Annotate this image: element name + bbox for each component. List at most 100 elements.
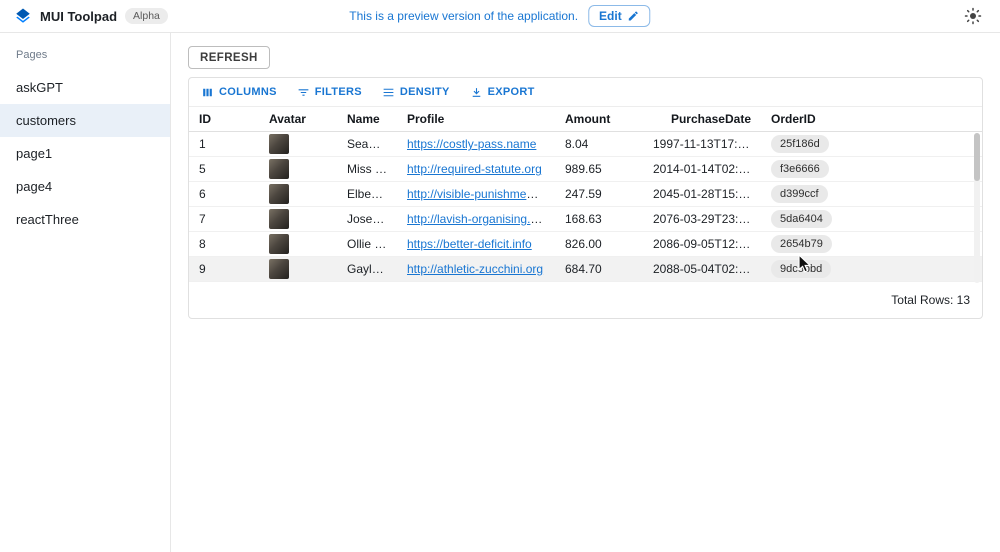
table-row[interactable]: 6 Elbert McL... http://visible-punishmen…	[189, 182, 982, 207]
grid-footer: Total Rows: 13	[189, 282, 982, 318]
sidebar-section-label: Pages	[0, 41, 170, 71]
export-button[interactable]: EXPORT	[462, 83, 543, 102]
grid-toolbar: COLUMNS FILTERS DENSITY	[189, 78, 982, 106]
cell-profile: http://lavish-organising.name	[397, 212, 555, 226]
export-button-label: EXPORT	[488, 86, 535, 98]
sidebar-item-page4[interactable]: page4	[0, 170, 170, 203]
cell-avatar	[259, 134, 337, 154]
column-header-id[interactable]: ID	[189, 112, 259, 126]
column-header-profile[interactable]: Profile	[397, 112, 555, 126]
order-id-chip[interactable]: 25f186d	[771, 135, 829, 153]
density-button[interactable]: DENSITY	[374, 83, 458, 102]
refresh-button[interactable]: REFRESH	[188, 46, 270, 69]
sidebar-item-page1[interactable]: page1	[0, 137, 170, 170]
column-header-orderid[interactable]: OrderID	[761, 112, 982, 126]
cell-orderid: d399ccf	[761, 185, 982, 203]
filters-button[interactable]: FILTERS	[289, 83, 370, 102]
cell-amount: 8.04	[555, 137, 643, 151]
cell-name: Ollie Green...	[337, 237, 397, 251]
sidebar-item-askgpt[interactable]: askGPT	[0, 71, 170, 104]
export-icon	[470, 86, 483, 99]
order-id-chip[interactable]: 2654b79	[771, 235, 832, 253]
sun-icon	[964, 7, 982, 25]
cell-orderid: f3e6666	[761, 160, 982, 178]
profile-link[interactable]: https://costly-pass.name	[407, 137, 536, 151]
filters-button-label: FILTERS	[315, 86, 362, 98]
profile-link[interactable]: http://athletic-zucchini.org	[407, 262, 543, 276]
pencil-icon	[628, 10, 640, 22]
avatar	[269, 159, 289, 179]
cell-profile: https://better-deficit.info	[397, 237, 555, 251]
order-id-chip[interactable]: 5da6404	[771, 210, 832, 228]
cell-avatar	[259, 209, 337, 229]
density-button-label: DENSITY	[400, 86, 450, 98]
table-row[interactable]: 1 Sean Harris https://costly-pass.name 8…	[189, 132, 982, 157]
table-row[interactable]: 5 Miss Juan ... http://required-statute.…	[189, 157, 982, 182]
cell-avatar	[259, 184, 337, 204]
column-header-amount[interactable]: Amount	[555, 112, 643, 126]
brand: MUI Toolpad Alpha	[14, 7, 168, 25]
cell-orderid: 25f186d	[761, 135, 982, 153]
cell-orderid: 2654b79	[761, 235, 982, 253]
edit-button[interactable]: Edit	[588, 5, 651, 27]
column-header-name[interactable]: Name	[337, 112, 397, 126]
columns-button[interactable]: COLUMNS	[193, 83, 285, 102]
profile-link[interactable]: https://better-deficit.info	[407, 237, 532, 251]
app-header: MUI Toolpad Alpha This is a preview vers…	[0, 0, 1000, 33]
avatar	[269, 259, 289, 279]
sidebar-item-label: customers	[16, 113, 76, 128]
profile-link[interactable]: http://required-statute.org	[407, 162, 542, 176]
cell-id: 5	[189, 162, 259, 176]
cell-purchasedate: 2088-05-04T02:31:03.294Z	[643, 262, 761, 276]
theme-toggle-button[interactable]	[960, 3, 986, 29]
profile-link[interactable]: http://lavish-organising.name	[407, 212, 555, 226]
columns-button-label: COLUMNS	[219, 86, 277, 98]
scrollbar-thumb[interactable]	[974, 133, 980, 181]
cell-avatar	[259, 159, 337, 179]
sidebar-item-label: askGPT	[16, 80, 63, 95]
column-header-purchasedate[interactable]: PurchaseDate	[643, 112, 761, 126]
filter-icon	[297, 86, 310, 99]
cell-id: 7	[189, 212, 259, 226]
vertical-scrollbar[interactable]	[974, 133, 980, 283]
cell-purchasedate: 2076-03-29T23:51:07.968Z	[643, 212, 761, 226]
columns-icon	[201, 86, 214, 99]
order-id-chip[interactable]: d399ccf	[771, 185, 828, 203]
avatar	[269, 209, 289, 229]
sidebar-item-label: page4	[16, 179, 52, 194]
table-row[interactable]: 8 Ollie Green... https://better-deficit.…	[189, 232, 982, 257]
order-id-chip[interactable]: 9dc5bbd	[771, 260, 831, 278]
sidebar-item-customers[interactable]: customers	[0, 104, 170, 137]
mui-toolpad-logo-icon	[14, 7, 32, 25]
cell-amount: 684.70	[555, 262, 643, 276]
cell-amount: 247.59	[555, 187, 643, 201]
cell-amount: 989.65	[555, 162, 643, 176]
cell-name: Miss Juan ...	[337, 162, 397, 176]
cell-avatar	[259, 234, 337, 254]
cell-purchasedate: 1997-11-13T17:24:11.769Z	[643, 137, 761, 151]
cell-name: Gayle Den...	[337, 262, 397, 276]
avatar	[269, 234, 289, 254]
table-row[interactable]: 9 Gayle Den... http://athletic-zucchini.…	[189, 257, 982, 282]
cell-profile: http://required-statute.org	[397, 162, 555, 176]
main-content: REFRESH COLUMNS FILTERS	[171, 33, 1000, 552]
sidebar-item-label: page1	[16, 146, 52, 161]
cell-orderid: 5da6404	[761, 210, 982, 228]
cell-profile: http://athletic-zucchini.org	[397, 262, 555, 276]
sidebar-item-reactthree[interactable]: reactThree	[0, 203, 170, 236]
order-id-chip[interactable]: f3e6666	[771, 160, 829, 178]
profile-link[interactable]: http://visible-punishment.net	[407, 187, 555, 201]
cell-id: 6	[189, 187, 259, 201]
cell-name: Sean Harris	[337, 137, 397, 151]
sidebar-item-label: reactThree	[16, 212, 79, 227]
edit-button-label: Edit	[599, 9, 622, 23]
cell-id: 9	[189, 262, 259, 276]
data-grid: COLUMNS FILTERS DENSITY	[188, 77, 983, 319]
cell-amount: 826.00	[555, 237, 643, 251]
cell-avatar	[259, 259, 337, 279]
column-header-avatar[interactable]: Avatar	[259, 112, 337, 126]
sidebar: Pages askGPT customers page1 page4 react…	[0, 33, 171, 552]
density-icon	[382, 86, 395, 99]
grid-column-headers: ID Avatar Name Profile Amount PurchaseDa…	[189, 106, 982, 132]
table-row[interactable]: 7 Josefina P... http://lavish-organising…	[189, 207, 982, 232]
